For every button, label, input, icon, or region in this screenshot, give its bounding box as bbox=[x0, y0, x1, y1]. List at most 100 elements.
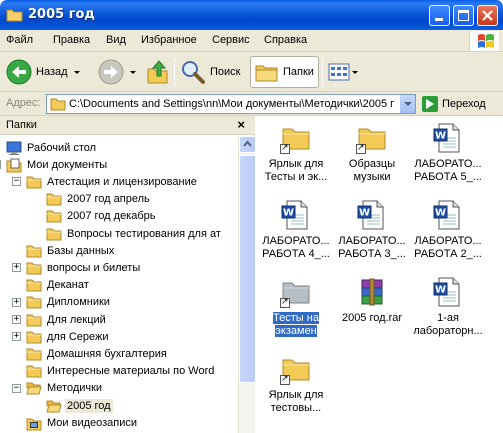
menu-file[interactable]: Файл bbox=[6, 34, 33, 46]
tree-item[interactable]: Для лекций bbox=[26, 311, 108, 328]
close-icon[interactable]: × bbox=[237, 117, 245, 132]
file-item[interactable]: Образцымузыки bbox=[334, 122, 410, 184]
search-button[interactable]: Поиск bbox=[180, 56, 240, 88]
tree-item[interactable]: Деканат bbox=[26, 277, 91, 294]
tree-item[interactable]: вопросы и билеты bbox=[26, 259, 142, 276]
scroll-thumb[interactable] bbox=[239, 155, 256, 383]
minimize-button[interactable] bbox=[429, 5, 450, 26]
tree-item[interactable]: 2007 год декабрь bbox=[46, 208, 158, 225]
toolbar: Назад Поиск Папки bbox=[0, 52, 503, 92]
tree-item-label: Домашняя бухгалтерия bbox=[47, 347, 167, 360]
tree-item[interactable]: Рабочий стол bbox=[6, 139, 98, 156]
tree-item-label: Атестация и лицензирование bbox=[47, 175, 197, 188]
tree-item[interactable]: Атестация и лицензирование bbox=[26, 173, 199, 190]
file-item[interactable]: W 1-ая лабораторн... bbox=[410, 276, 486, 338]
tree-item[interactable]: Домашняя бухгалтерия bbox=[26, 345, 169, 362]
svg-text:W: W bbox=[359, 208, 370, 219]
menu-help[interactable]: Справка bbox=[264, 34, 307, 46]
go-button[interactable]: Переход bbox=[422, 94, 486, 114]
back-arrow-icon bbox=[6, 59, 32, 85]
forward-arrow-icon bbox=[98, 59, 124, 85]
back-label: Назад bbox=[36, 66, 68, 78]
tree-item[interactable]: для Сережи bbox=[26, 328, 111, 345]
file-item[interactable]: Ярлык дляТесты и эк... bbox=[258, 122, 334, 184]
tree-item[interactable]: Методички bbox=[26, 380, 104, 397]
folders-pane: Папки × Рабочий стол−Мои документы−Атест… bbox=[0, 116, 256, 433]
file-item[interactable]: W ЛАБОРАТО... РАБОТА 3_... bbox=[334, 199, 410, 261]
file-item[interactable]: Тесты наэкзамен bbox=[258, 276, 334, 338]
views-icon bbox=[328, 63, 350, 81]
expand-icon[interactable]: + bbox=[12, 297, 21, 307]
folder-open-icon bbox=[26, 380, 42, 396]
tree-item[interactable]: Мои видеозаписи bbox=[26, 414, 139, 431]
views-button[interactable] bbox=[328, 56, 358, 88]
menu-tools[interactable]: Сервис bbox=[212, 34, 250, 46]
svg-text:W: W bbox=[435, 285, 446, 296]
expand-icon[interactable]: + bbox=[12, 332, 21, 342]
maximize-icon bbox=[458, 10, 469, 21]
folder-shortcut-icon bbox=[356, 122, 388, 154]
file-label: ЛАБОРАТО... РАБОТА 5_... bbox=[414, 158, 482, 183]
back-button[interactable]: Назад bbox=[6, 56, 80, 88]
file-item[interactable]: W ЛАБОРАТО... РАБОТА 5_... bbox=[410, 122, 486, 184]
file-label: ЛАБОРАТО... РАБОТА 4_... bbox=[262, 235, 330, 260]
menu-favorites[interactable]: Избранное bbox=[141, 34, 197, 46]
folder-icon bbox=[26, 277, 42, 293]
minimize-icon bbox=[435, 18, 443, 21]
close-icon bbox=[482, 10, 493, 21]
collapse-icon[interactable]: − bbox=[12, 177, 21, 187]
tree-item[interactable]: Вопросы тестирования для ат bbox=[46, 225, 223, 242]
back-dropdown-icon[interactable] bbox=[73, 70, 80, 74]
folder-icon bbox=[46, 208, 62, 224]
up-folder-button[interactable] bbox=[146, 56, 170, 88]
tree-item[interactable]: Дипломники bbox=[26, 294, 112, 311]
menu-edit[interactable]: Правка bbox=[53, 34, 90, 46]
folder-tree: Рабочий стол−Мои документы−Атестация и л… bbox=[0, 136, 238, 433]
menu-view[interactable]: Вид bbox=[106, 34, 126, 46]
tree-item-label: Интересные материалы по Word bbox=[47, 365, 215, 378]
maximize-button[interactable] bbox=[453, 5, 474, 26]
file-item[interactable]: Ярлык длятестовы... bbox=[258, 353, 334, 415]
file-item[interactable]: W ЛАБОРАТО... РАБОТА 4_... bbox=[258, 199, 334, 261]
address-input[interactable]: C:\Documents and Settings\nn\Мои докумен… bbox=[46, 94, 416, 114]
file-label: Ярлык для тестовы... bbox=[268, 389, 324, 414]
address-path: C:\Documents and Settings\nn\Мои докумен… bbox=[69, 98, 395, 110]
views-dropdown-icon[interactable] bbox=[352, 70, 358, 74]
close-button[interactable] bbox=[477, 5, 498, 26]
tree-item-label: 2007 год декабрь bbox=[67, 210, 156, 223]
tree-item[interactable]: Интересные материалы по Word bbox=[26, 363, 216, 380]
expand-icon[interactable]: + bbox=[12, 315, 21, 324]
tree-item[interactable]: Базы данных bbox=[26, 242, 116, 259]
files-pane: Ярлык дляТесты и эк... Образцымузыки W Л… bbox=[256, 116, 503, 433]
tree-item-label: 2007 год апрель bbox=[67, 193, 150, 206]
file-label: Ярлык для Тесты и эк... bbox=[264, 158, 328, 183]
tree-scrollbar[interactable] bbox=[238, 136, 256, 433]
folder-icon bbox=[46, 191, 62, 207]
file-item[interactable]: 2005 год.rar bbox=[334, 276, 410, 325]
folder-icon bbox=[26, 329, 42, 345]
tree-item-label: Мои видеозаписи bbox=[47, 416, 138, 429]
tree-item[interactable]: Мои документы bbox=[6, 156, 109, 173]
forward-dropdown-icon[interactable] bbox=[130, 70, 136, 74]
file-item[interactable]: W ЛАБОРАТО... РАБОТА 2_... bbox=[410, 199, 486, 261]
my-documents-icon bbox=[6, 157, 22, 173]
menu-bar: Файл Правка Вид Избранное Сервис Справка bbox=[0, 30, 503, 52]
collapse-icon[interactable]: − bbox=[12, 383, 21, 393]
forward-button[interactable] bbox=[98, 56, 136, 88]
folders-button[interactable]: Папки bbox=[250, 56, 319, 88]
address-label: Адрес: bbox=[6, 97, 41, 109]
collapse-icon[interactable]: − bbox=[0, 160, 1, 170]
address-dropdown-button[interactable] bbox=[399, 95, 415, 113]
tree-item[interactable]: 2007 год апрель bbox=[46, 191, 152, 208]
go-arrow-icon bbox=[422, 96, 438, 112]
tree-item[interactable]: 2005 год bbox=[46, 397, 113, 414]
folder-icon bbox=[26, 294, 42, 310]
scroll-up-button[interactable] bbox=[239, 136, 256, 153]
folder-icon bbox=[26, 363, 42, 379]
word-doc-icon: W bbox=[432, 122, 464, 154]
shortcut-arrow-icon bbox=[356, 142, 366, 154]
folder-icon bbox=[26, 260, 42, 276]
expand-icon[interactable]: + bbox=[12, 263, 21, 273]
folder-icon bbox=[26, 174, 42, 190]
word-doc-icon: W bbox=[432, 276, 464, 308]
